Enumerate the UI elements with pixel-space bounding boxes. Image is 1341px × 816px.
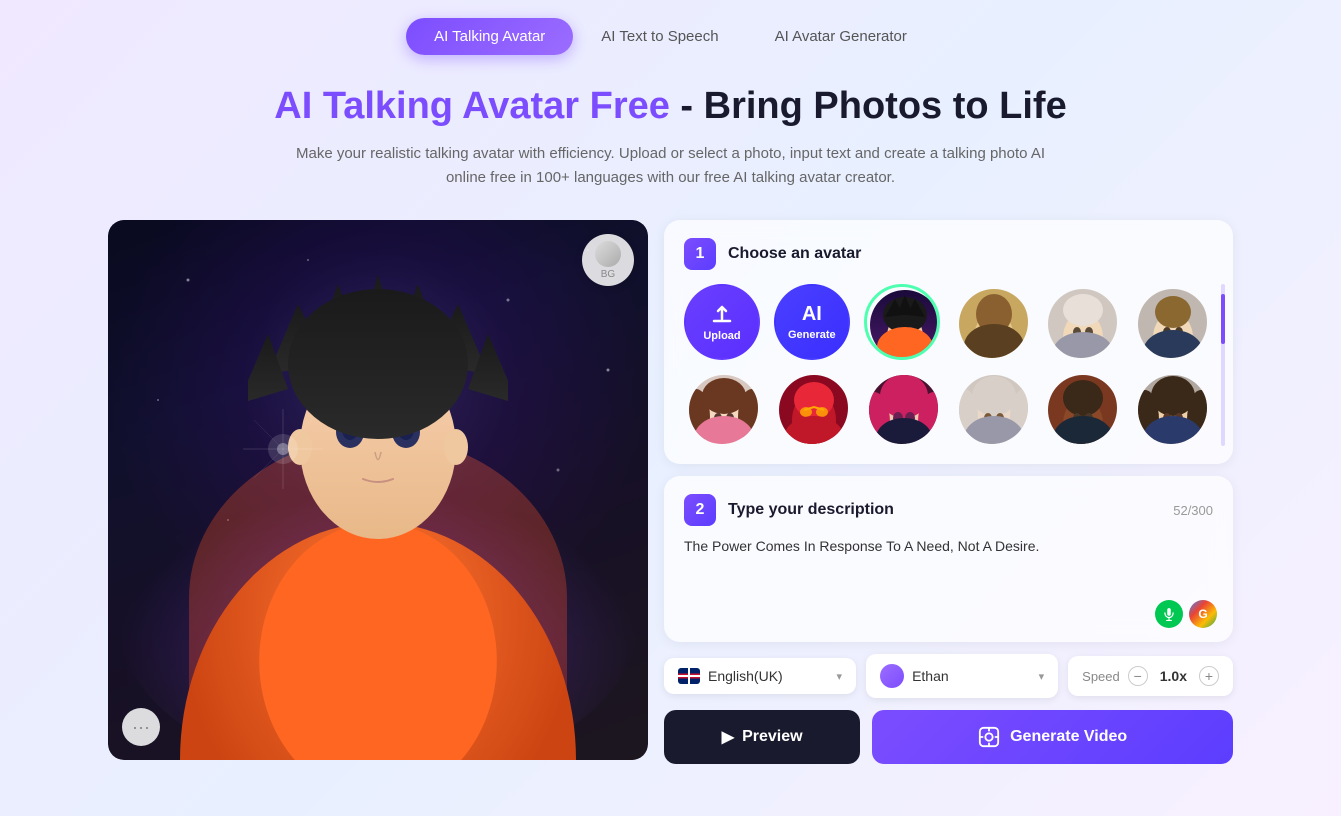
voice-icon-button[interactable] [1155, 600, 1183, 628]
upload-label: Upload [703, 330, 740, 342]
avatar-mona-lisa[interactable] [954, 284, 1030, 360]
step2-badge: 2 [684, 494, 716, 526]
generate-label: Generate Video [1010, 728, 1127, 746]
language-selector[interactable]: English(UK) ▾ [664, 658, 856, 694]
avatar-young-woman[interactable] [684, 370, 760, 446]
avatar-anime[interactable] [864, 284, 940, 360]
choose-avatar-section: 1 Choose an avatar Upload [664, 220, 1233, 464]
avatar-young-woman-portrait [686, 372, 760, 446]
avatar-mona-lisa-portrait [956, 286, 1030, 360]
flag-icon [678, 668, 700, 684]
language-label: English(UK) [708, 668, 783, 684]
hero-subtitle: Make your realistic talking avatar with … [281, 142, 1061, 190]
main-content: BG [0, 220, 1341, 764]
bg-button[interactable]: BG [582, 234, 634, 286]
more-icon: ··· [132, 717, 150, 738]
scroll-track [1221, 284, 1225, 446]
mic-icon [1162, 607, 1176, 621]
step1-title: Choose an avatar [728, 245, 861, 263]
bg-label: BG [601, 269, 615, 280]
scroll-thumb [1221, 294, 1225, 344]
light-flare [243, 409, 323, 489]
generate-icon [978, 726, 1000, 748]
page-title: AI Talking Avatar Free - Bring Photos to… [20, 85, 1321, 128]
title-highlight: AI Talking Avatar Free [274, 85, 670, 127]
description-section: 2 Type your description 52/300 The Power… [664, 476, 1233, 642]
voice-avatar-icon [880, 664, 904, 688]
step1-header: 1 Choose an avatar [684, 238, 1213, 270]
upload-icon [710, 303, 734, 327]
avatar-dark-skin-man[interactable] [1043, 370, 1119, 446]
speed-value: 1.0x [1160, 668, 1187, 684]
voice-label: Ethan [912, 668, 949, 684]
step2-title: Type your description [728, 501, 894, 519]
tab-talking-avatar[interactable]: AI Talking Avatar [406, 18, 573, 55]
title-rest: - Bring Photos to Life [670, 85, 1067, 127]
avatar-professional-woman-portrait [1135, 372, 1209, 446]
preview-button[interactable]: ▶ Preview [664, 710, 860, 764]
avatar-generate-button[interactable]: AI Generate [774, 284, 850, 360]
bottom-controls: English(UK) ▾ Ethan ▾ Speed − 1.0x + [664, 654, 1233, 698]
step1-badge: 1 [684, 238, 716, 270]
avatar-older-woman[interactable] [954, 370, 1030, 446]
avatar-upload-button[interactable]: Upload [684, 284, 760, 360]
generate-label: Generate [788, 329, 836, 341]
avatar-pink-hair-portrait [866, 372, 940, 446]
lang-chevron-icon: ▾ [837, 670, 843, 683]
desc-header: 2 Type your description 52/300 [684, 494, 1213, 526]
avatar-anime-portrait [867, 287, 940, 360]
action-buttons: ▶ Preview Generate Video [664, 710, 1233, 764]
hero-section: AI Talking Avatar Free - Bring Photos to… [0, 55, 1341, 210]
speed-decrease-button[interactable]: − [1128, 666, 1148, 686]
preview-label: Preview [742, 728, 802, 746]
description-text[interactable]: The Power Comes In Response To A Need, N… [684, 536, 1213, 616]
avatar-einstein-portrait [1045, 286, 1119, 360]
desc-action-icons: G [1155, 600, 1217, 628]
avatar-dark-skin-man-portrait [1045, 372, 1119, 446]
avatar-ironman[interactable] [774, 370, 850, 446]
g-icon: G [1198, 607, 1207, 621]
play-icon: ▶ [722, 727, 734, 747]
speed-increase-button[interactable]: + [1199, 666, 1219, 686]
ai-assist-button[interactable]: G [1189, 600, 1217, 628]
nav-tabs: AI Talking Avatar AI Text to Speech AI A… [0, 0, 1341, 55]
speed-label: Speed [1082, 669, 1120, 684]
image-panel: BG [108, 220, 648, 760]
voice-selector[interactable]: Ethan ▾ [866, 654, 1058, 698]
generate-video-button[interactable]: Generate Video [872, 710, 1233, 764]
bg-circle-icon [595, 241, 621, 267]
preview-image [108, 220, 648, 760]
voice-chevron-icon: ▾ [1039, 670, 1045, 683]
char-count: 52/300 [1173, 503, 1213, 518]
avatar-ironman-portrait [776, 372, 850, 446]
avatar-grid: Upload AI Generate [684, 284, 1213, 446]
speed-control: Speed − 1.0x + [1068, 656, 1233, 696]
avatar-einstein[interactable] [1043, 284, 1119, 360]
avatar-professional-woman[interactable] [1133, 370, 1209, 446]
more-options-button[interactable]: ··· [122, 708, 160, 746]
avatar-pink-hair[interactable] [864, 370, 940, 446]
avatar-businessman-portrait [1135, 286, 1209, 360]
avatar-businessman[interactable] [1133, 284, 1209, 360]
avatar-older-woman-portrait [956, 372, 1030, 446]
tab-text-to-speech[interactable]: AI Text to Speech [573, 18, 746, 55]
ai-text: AI [802, 303, 822, 326]
tab-avatar-generator[interactable]: AI Avatar Generator [747, 18, 935, 55]
right-panel: 1 Choose an avatar Upload [664, 220, 1233, 764]
